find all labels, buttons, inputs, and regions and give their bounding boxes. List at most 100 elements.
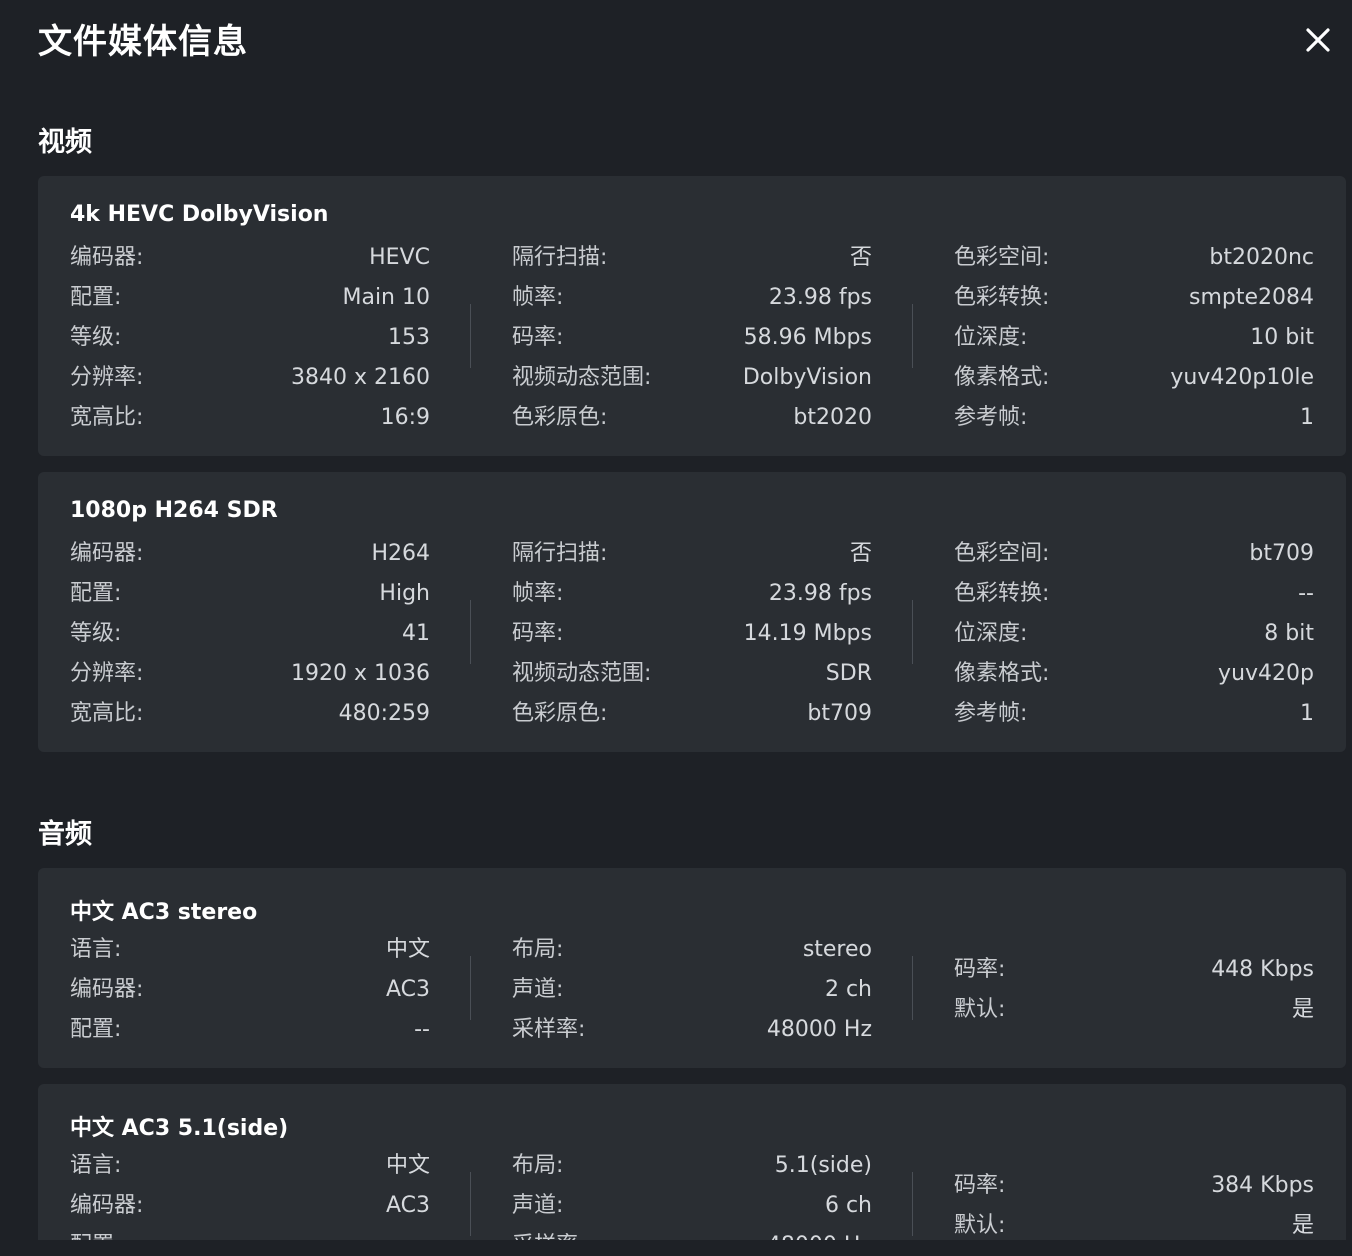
info-row: 编码器: H264 (70, 534, 430, 574)
close-button[interactable] (1300, 22, 1336, 58)
info-label: 视频动态范围: (512, 365, 652, 390)
audio-track-card: 中文 AC3 stereo 语言: 中文 编码器: AC3 配置: -- 布局: ste… (38, 868, 1346, 1068)
info-row: 采样率: 48000 Hz (512, 1226, 872, 1240)
info-label: 等级: (70, 621, 122, 646)
info-column: 码率: 448 Kbps 默认: 是 (954, 950, 1314, 1030)
info-value: 10 bit (1250, 325, 1314, 350)
info-value: -- (414, 1017, 430, 1042)
info-row: 位深度: 8 bit (954, 614, 1314, 654)
video-track-card: 4k HEVC DolbyVision 编码器: HEVC 配置: Main 10 … (38, 176, 1346, 456)
info-value: 384 Kbps (1211, 1173, 1314, 1198)
track-title: 1080p H264 SDR (70, 498, 278, 523)
info-label: 码率: (954, 1173, 1006, 1198)
info-label: 色彩转换: (954, 285, 1050, 310)
info-column: 布局: stereo 声道: 2 ch 采样率: 48000 Hz (512, 930, 872, 1050)
info-value: DolbyVision (742, 365, 872, 390)
info-value: 14.19 Mbps (743, 621, 872, 646)
info-row: 配置: High (70, 574, 430, 614)
info-value: 23.98 fps (768, 285, 872, 310)
info-value: -- (1298, 581, 1314, 606)
info-column: 色彩空间: bt709 色彩转换: -- 位深度: 8 bit 像素格式: yuv420… (954, 534, 1314, 734)
info-label: 色彩空间: (954, 541, 1050, 566)
info-row: 色彩转换: smpte2084 (954, 278, 1314, 318)
section-title-video: 视频 (38, 127, 92, 158)
info-label: 参考帧: (954, 405, 1028, 430)
info-row: 隔行扫描: 否 (512, 534, 872, 574)
info-label: 语言: (70, 1153, 122, 1178)
info-row: 码率: 58.96 Mbps (512, 318, 872, 358)
info-label: 像素格式: (954, 365, 1050, 390)
info-row: 色彩空间: bt709 (954, 534, 1314, 574)
info-value: High (379, 581, 430, 606)
info-value: 中文 (385, 1153, 430, 1178)
info-row: 参考帧: 1 (954, 694, 1314, 734)
info-column: 编码器: H264 配置: High 等级: 41 分辨率: 1920 x 1036 宽… (70, 534, 430, 734)
info-column: 隔行扫描: 否 帧率: 23.98 fps 码率: 14.19 Mbps 视频动态范围… (512, 534, 872, 734)
info-row: 码率: 14.19 Mbps (512, 614, 872, 654)
info-value: 是 (1291, 997, 1314, 1022)
info-row: 位深度: 10 bit (954, 318, 1314, 358)
info-label: 配置: (70, 1017, 122, 1042)
info-value: AC3 (385, 1193, 430, 1218)
audio-track-card: 中文 AC3 5.1(side) 语言: 中文 编码器: AC3 配置: -- 布局:… (38, 1084, 1346, 1240)
column-divider (470, 1172, 471, 1236)
info-value: smpte2084 (1188, 285, 1314, 310)
info-label: 采样率: (512, 1017, 586, 1042)
info-label: 默认: (954, 997, 1006, 1022)
info-label: 编码器: (70, 245, 144, 270)
info-value: 否 (849, 541, 872, 566)
info-value: -- (414, 1226, 430, 1240)
info-row: 分辨率: 3840 x 2160 (70, 358, 430, 398)
track-title: 中文 AC3 5.1(side) (70, 1116, 289, 1141)
info-row: 色彩原色: bt2020 (512, 398, 872, 438)
info-value: 1 (1300, 405, 1314, 430)
section-title-audio: 音频 (38, 819, 92, 850)
info-value: 48000 Hz (767, 1226, 872, 1240)
info-row: 语言: 中文 (70, 1146, 430, 1186)
info-row: 色彩空间: bt2020nc (954, 238, 1314, 278)
info-label: 位深度: (954, 621, 1028, 646)
info-row: 声道: 2 ch (512, 970, 872, 1010)
dialog-title: 文件媒体信息 (38, 22, 248, 62)
info-row: 默认: 是 (954, 990, 1314, 1030)
info-value: 448 Kbps (1211, 957, 1314, 982)
info-value: yuv420p (1218, 661, 1314, 686)
info-label: 位深度: (954, 325, 1028, 350)
info-label: 帧率: (512, 285, 564, 310)
info-value: bt709 (1249, 541, 1314, 566)
info-value: bt2020nc (1209, 245, 1314, 270)
info-value: 3840 x 2160 (291, 365, 430, 390)
info-value: 480:259 (338, 701, 430, 726)
info-value: 8 bit (1264, 621, 1314, 646)
info-value: 58.96 Mbps (743, 325, 872, 350)
media-info-dialog: 文件媒体信息 视频 4k HEVC DolbyVision 编码器: HEVC 配… (0, 0, 1352, 1240)
info-row: 视频动态范围: SDR (512, 654, 872, 694)
info-label: 视频动态范围: (512, 661, 652, 686)
column-divider (912, 956, 913, 1020)
info-row: 色彩原色: bt709 (512, 694, 872, 734)
info-row: 码率: 448 Kbps (954, 950, 1314, 990)
info-value: AC3 (385, 977, 430, 1002)
info-label: 编码器: (70, 1193, 144, 1218)
info-column: 布局: 5.1(side) 声道: 6 ch 采样率: 48000 Hz (512, 1146, 872, 1240)
info-row: 像素格式: yuv420p10le (954, 358, 1314, 398)
info-label: 色彩原色: (512, 405, 608, 430)
info-row: 编码器: HEVC (70, 238, 430, 278)
video-track-card: 1080p H264 SDR 编码器: H264 配置: High 等级: 41 分辨… (38, 472, 1346, 752)
info-label: 分辨率: (70, 365, 144, 390)
info-label: 隔行扫描: (512, 541, 608, 566)
info-column: 码率: 384 Kbps 默认: 是 (954, 1166, 1314, 1240)
info-row: 分辨率: 1920 x 1036 (70, 654, 430, 694)
info-label: 配置: (70, 1226, 121, 1240)
info-label: 分辨率: (70, 661, 144, 686)
info-row: 配置: -- (70, 1010, 430, 1050)
info-row: 编码器: AC3 (70, 970, 430, 1010)
info-row: 等级: 41 (70, 614, 430, 654)
info-row: 像素格式: yuv420p (954, 654, 1314, 694)
info-value: SDR (825, 661, 872, 686)
info-value: 是 (1291, 1213, 1314, 1238)
info-value: 23.98 fps (768, 581, 872, 606)
info-value: Main 10 (342, 285, 430, 310)
info-value: 6 ch (824, 1193, 872, 1218)
info-value: 否 (849, 245, 872, 270)
